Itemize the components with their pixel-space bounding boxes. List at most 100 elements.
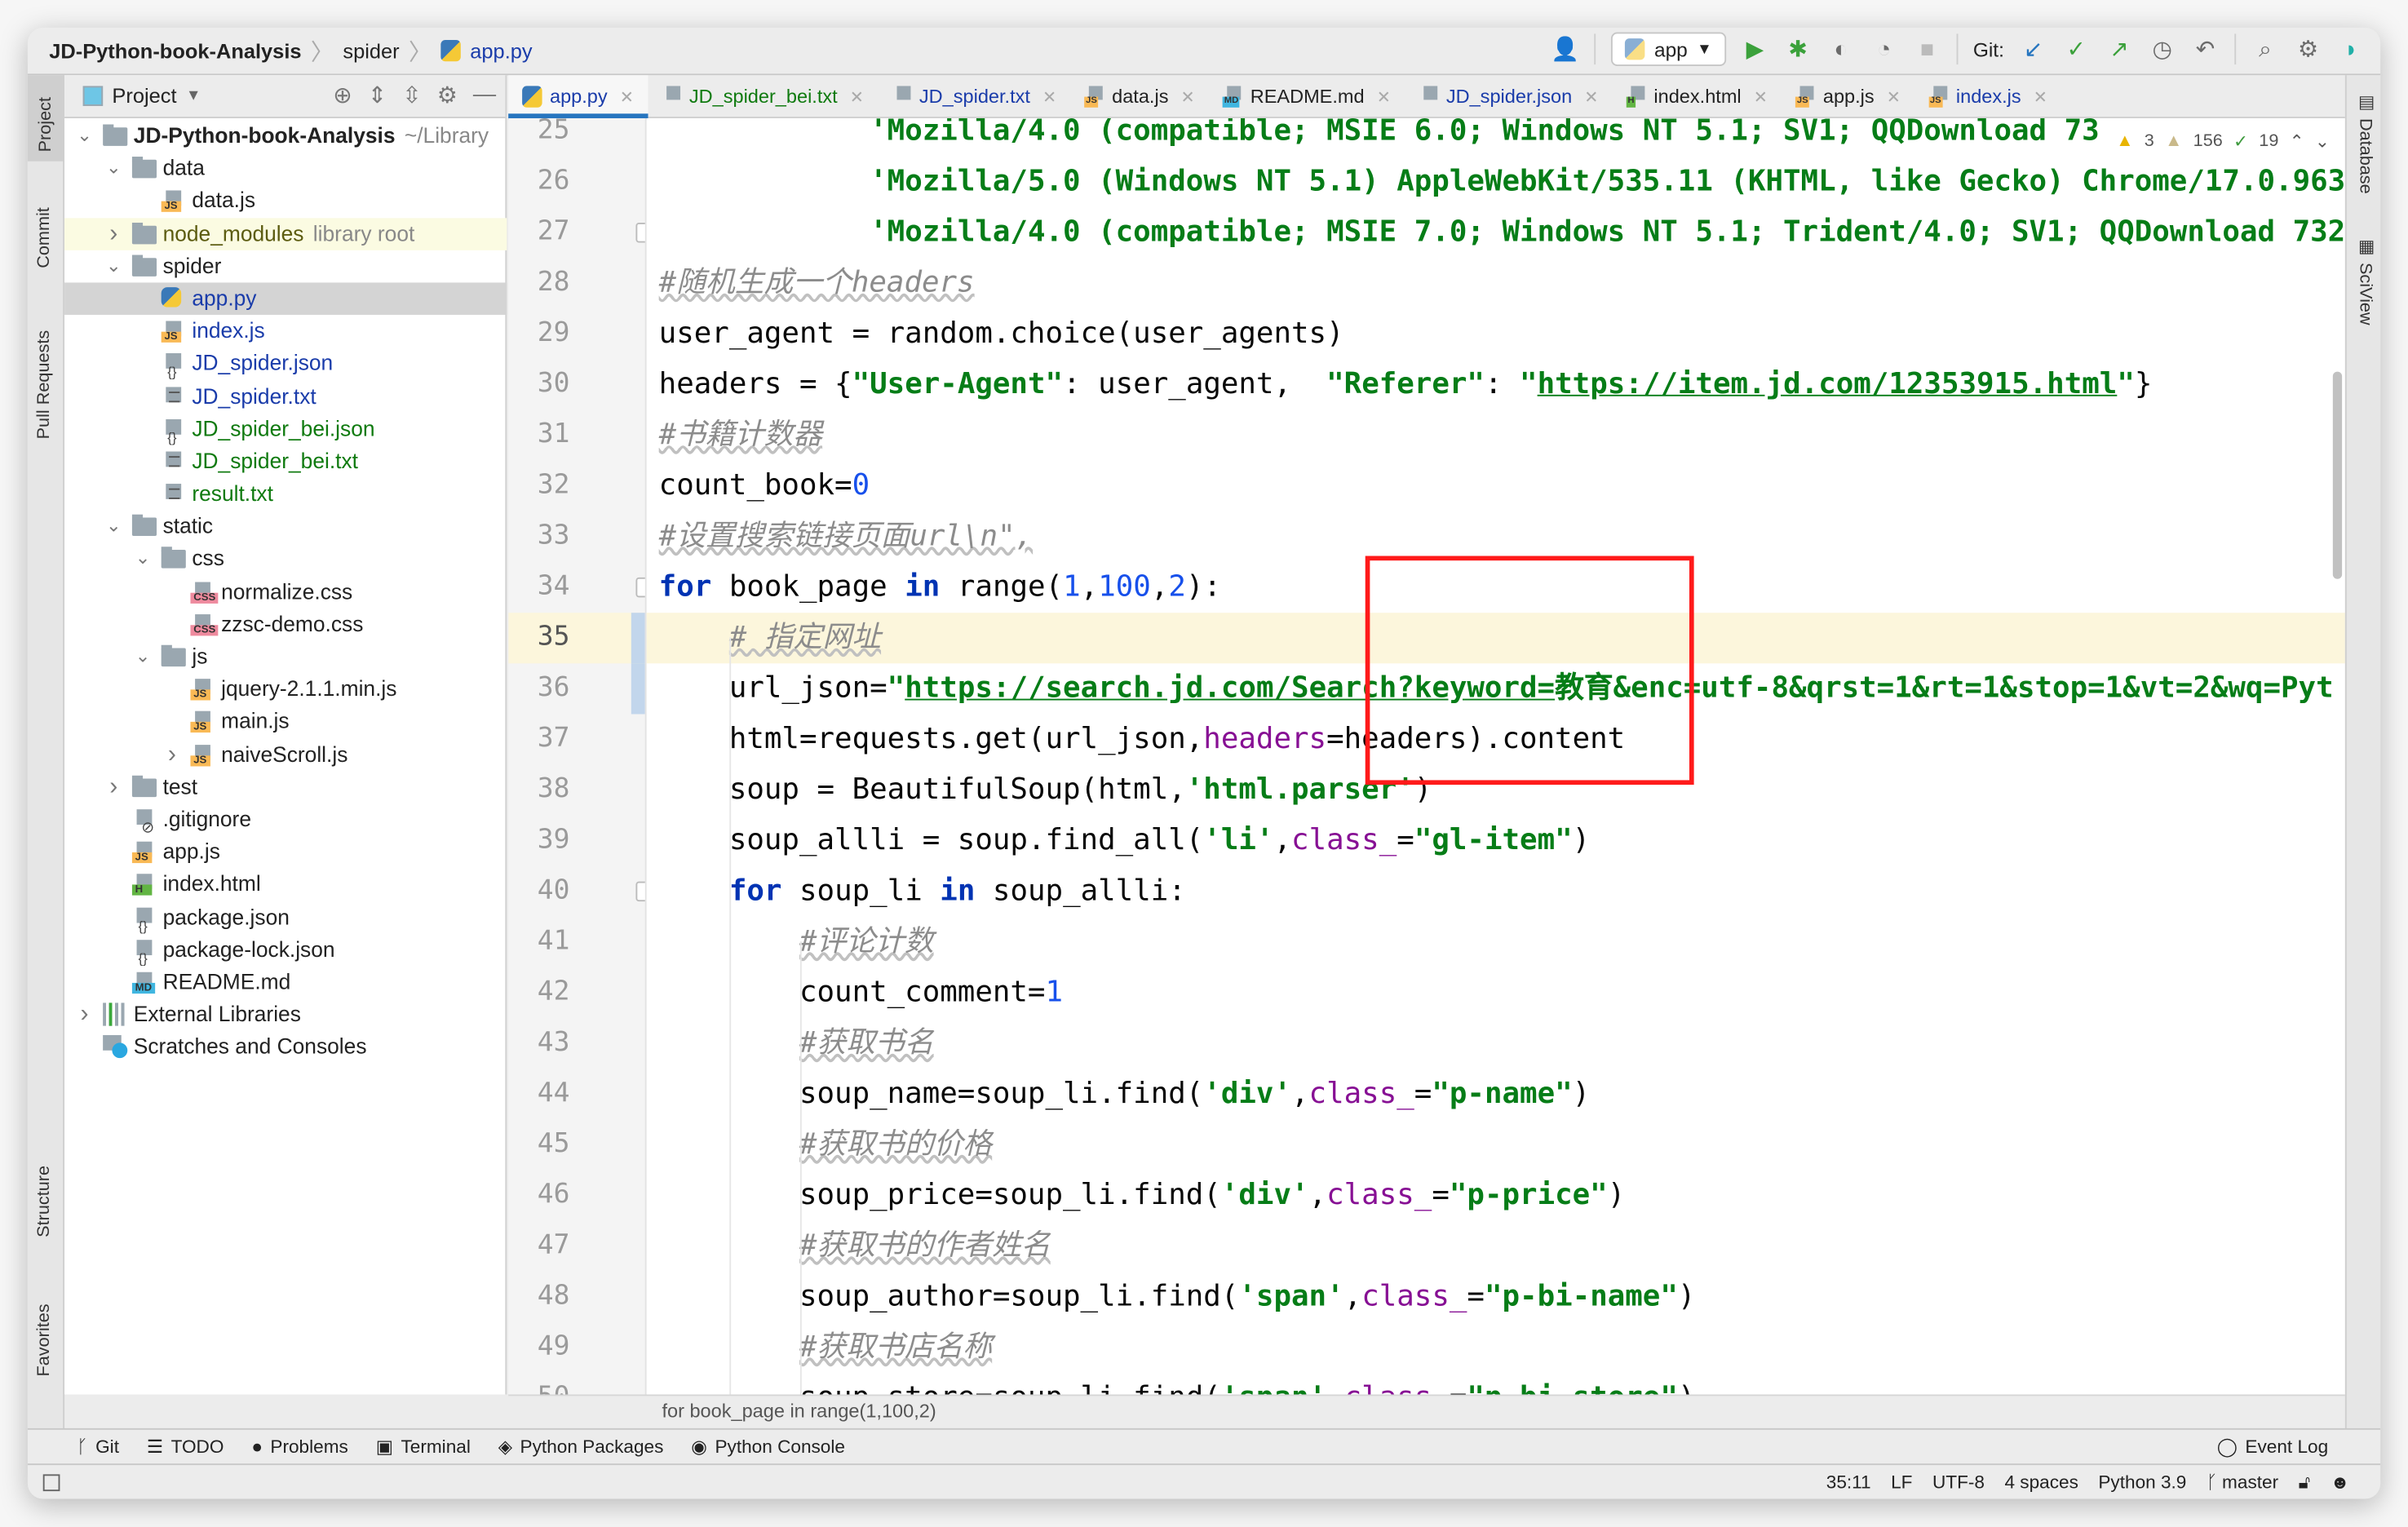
breadcrumb-project[interactable]: JD-Python-book-Analysis [49, 39, 301, 62]
git-branch[interactable]: ᚴ master [2207, 1472, 2278, 1493]
prev-problem-icon[interactable]: ⌃ [2290, 131, 2304, 153]
tree-item[interactable]: JS jquery-2.1.1.min.js [64, 673, 507, 706]
file-encoding[interactable]: UTF-8 [1932, 1472, 1985, 1493]
tree-item[interactable]: CSS normalize.css [64, 575, 507, 608]
tree-item[interactable]: package-lock.json [64, 933, 507, 975]
gear-icon[interactable]: ⚙ [2295, 35, 2322, 63]
run-icon[interactable]: ▶ [1742, 35, 1769, 63]
code-line[interactable]: #设置搜索链接页面url\n", [647, 511, 2345, 561]
code-line[interactable]: 'Mozilla/4.0 (compatible; MSIE 6.0; Wind… [647, 118, 2345, 156]
chevron-right-icon[interactable]: › [104, 771, 123, 803]
tree-item[interactable]: ⌄ spider [64, 250, 507, 282]
tree-item[interactable]: .gitignore [64, 803, 507, 845]
tab-jd-spider-bei-txt[interactable]: JD_spider_bei.txt ✕ [648, 75, 878, 118]
editor-scrollbar[interactable] [2332, 371, 2343, 579]
tree-item[interactable]: ⌄ data [64, 153, 507, 185]
chevron-down-icon[interactable]: ⌄ [134, 542, 153, 575]
code-line[interactable]: count_book=0 [647, 460, 2345, 511]
chevron-down-icon[interactable]: ⌄ [104, 153, 123, 185]
stripe-structure[interactable]: Structure [35, 1166, 54, 1237]
tree-item[interactable]: result.txt [64, 478, 507, 511]
chevron-right-icon[interactable]: › [75, 998, 94, 1031]
tab-app-py[interactable]: app.py ✕ [508, 75, 648, 120]
code-line[interactable]: #评论计数 [647, 916, 2345, 967]
code-line[interactable]: #获取书店名称 [647, 1321, 2345, 1372]
history-icon[interactable]: ◷ [2149, 35, 2176, 63]
gear-icon[interactable]: ⚙ [437, 82, 458, 109]
tree-item[interactable]: JD_spider_bei.txt [64, 445, 507, 478]
breadcrumb-file[interactable]: app.py [470, 39, 532, 62]
git-update-icon[interactable]: ↙ [2020, 35, 2047, 63]
fold-icon[interactable] [635, 576, 645, 597]
vcs-change-marker[interactable] [631, 662, 645, 714]
tree-item[interactable]: app.py [64, 282, 507, 316]
git-push-icon[interactable]: ↗ [2105, 35, 2133, 63]
chevron-down-icon[interactable]: ▼ [186, 87, 201, 104]
profile-icon[interactable]: ◔ [1870, 35, 1898, 63]
stripe-sciview[interactable]: ▦ SciView [2354, 235, 2375, 325]
tree-item[interactable]: ⌄ js [64, 640, 507, 673]
git-commit-icon[interactable]: ✓ [2062, 35, 2090, 63]
tree-item[interactable]: Hindex.html [64, 868, 507, 901]
code-line[interactable]: #获取书的价格 [647, 1119, 2345, 1170]
tree-item[interactable]: › JS naiveScroll.js [64, 738, 507, 771]
close-icon[interactable]: ✕ [1887, 86, 1901, 107]
tree-item[interactable]: CSS zzsc-demo.css [64, 608, 507, 640]
tree-item[interactable]: Scratches and Consoles [64, 1031, 507, 1064]
code-line[interactable]: for soup_li in soup_allli: [647, 865, 2345, 916]
tab-app-js[interactable]: JS app.js ✕ [1782, 75, 1914, 118]
code-line[interactable]: soup_name=soup_li.find('div',class_="p-n… [647, 1068, 2345, 1118]
line-separator[interactable]: LF [1891, 1472, 1912, 1493]
coverage-icon[interactable]: ◐ [1827, 35, 1855, 63]
code-line[interactable]: headers = {"User-Agent": user_agent, "Re… [647, 359, 2345, 409]
tree-item[interactable]: ⌄ css [64, 542, 507, 575]
close-icon[interactable]: ✕ [2034, 86, 2047, 107]
tree-item[interactable]: › test [64, 771, 507, 803]
close-icon[interactable]: ✕ [620, 86, 634, 107]
close-icon[interactable]: ✕ [1377, 86, 1391, 107]
indent-setting[interactable]: 4 spaces [2004, 1472, 2078, 1493]
code-line[interactable]: user_agent = random.choice(user_agents) [647, 308, 2345, 358]
close-icon[interactable]: ✕ [1754, 86, 1768, 107]
tree-item[interactable]: › External Libraries [64, 998, 507, 1031]
hide-icon[interactable]: — [473, 82, 496, 109]
tab-jd-spider-txt[interactable]: JD_spider.txt ✕ [878, 75, 1070, 118]
stripe-pull-requests[interactable]: Pull Requests [35, 330, 54, 440]
tree-item[interactable]: JS main.js [64, 706, 507, 738]
python-interpreter[interactable]: Python 3.9 [2098, 1472, 2186, 1493]
code-line[interactable]: #随机生成一个headers [647, 257, 2345, 308]
tab-index-js[interactable]: JS index.js ✕ [1914, 75, 2061, 118]
code-line[interactable]: 'Mozilla/4.0 (compatible; MSIE 7.0; Wind… [647, 206, 2345, 257]
run-config-select[interactable]: app ▼ [1611, 32, 1726, 66]
code-line[interactable]: count_comment=1 [647, 967, 2345, 1017]
fold-icon[interactable] [635, 222, 645, 242]
chevron-right-icon[interactable]: › [163, 738, 182, 771]
tree-item[interactable]: ⌄ static [64, 511, 507, 543]
search-icon[interactable]: ⌕ [2251, 35, 2279, 63]
close-icon[interactable]: ✕ [1584, 86, 1598, 107]
tab-readme-md[interactable]: MD README.md ✕ [1209, 75, 1405, 118]
chevron-down-icon[interactable]: ⌄ [104, 511, 123, 543]
stripe-favorites[interactable]: Favorites [35, 1303, 54, 1376]
tool-python-console[interactable]: ◉ Python Console [691, 1436, 845, 1457]
collapse-all-icon[interactable]: ⇳ [402, 82, 422, 109]
stripe-commit[interactable]: Commit [35, 207, 54, 268]
tree-item[interactable]: JS app.js [64, 835, 507, 868]
code-line[interactable]: #获取书的作者姓名 [647, 1220, 2345, 1271]
locate-icon[interactable]: ⊕ [333, 82, 352, 109]
inspector-icon[interactable]: ☻ [2331, 1472, 2350, 1493]
tree-item[interactable]: › node_modules library root [64, 217, 507, 250]
chevron-right-icon[interactable]: › [104, 218, 123, 250]
breadcrumb-folder[interactable]: spider [343, 39, 399, 62]
chevron-down-icon[interactable]: ⌄ [75, 120, 94, 153]
tree-item[interactable]: MD README.md [64, 966, 507, 998]
tool-event-log[interactable]: ◯ Event Log [2217, 1436, 2328, 1457]
tool-problems[interactable]: ● Problems [251, 1436, 347, 1457]
code-line[interactable]: soup_store=soup_li.find('span',class_="p… [647, 1372, 2345, 1395]
chevron-down-icon[interactable]: ⌄ [134, 640, 153, 673]
code-line[interactable]: #书籍计数器 [647, 409, 2345, 460]
tool-git[interactable]: ᚴ Git [77, 1436, 119, 1457]
stripe-project[interactable]: Project [27, 75, 65, 162]
tree-item[interactable]: JS index.js [64, 315, 507, 347]
close-icon[interactable]: ✕ [1042, 86, 1056, 107]
